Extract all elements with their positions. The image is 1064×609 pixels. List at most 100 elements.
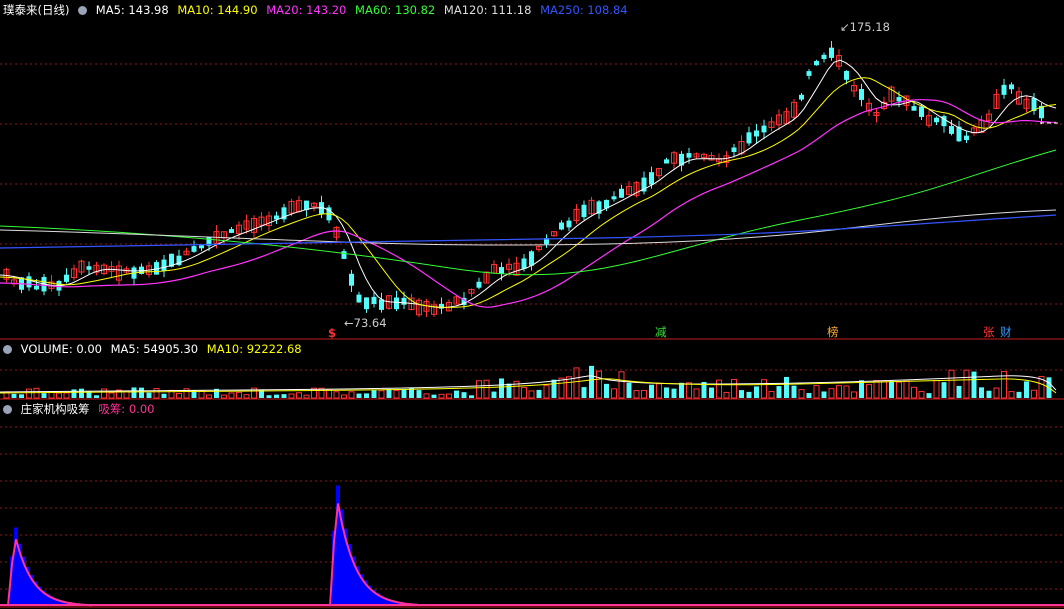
volume-bar bbox=[754, 386, 759, 398]
volume-bar bbox=[326, 389, 332, 399]
volume-bar bbox=[26, 388, 32, 399]
volume-bar bbox=[889, 381, 894, 398]
volume-bar bbox=[626, 382, 632, 398]
candle-down bbox=[394, 297, 399, 310]
volume-bar bbox=[386, 389, 392, 398]
volume-bar bbox=[469, 395, 474, 398]
candle-down bbox=[761, 125, 767, 133]
volume-bar bbox=[416, 390, 422, 398]
volume-bar bbox=[873, 379, 880, 399]
volume-bar bbox=[851, 391, 857, 399]
candle-down bbox=[199, 245, 204, 249]
volume-bar bbox=[11, 393, 17, 398]
volume-ma5-line bbox=[0, 375, 1057, 393]
volume-bar bbox=[281, 394, 287, 398]
volume-bar bbox=[806, 392, 812, 398]
volume-bar bbox=[971, 371, 977, 398]
volume-bar bbox=[461, 392, 467, 398]
volume-bar bbox=[1024, 381, 1029, 398]
volume-bar bbox=[986, 390, 992, 398]
volume-bar bbox=[558, 377, 565, 399]
candle-down bbox=[829, 47, 834, 58]
volume-bar bbox=[791, 385, 797, 398]
volume-bar bbox=[506, 383, 512, 398]
volume-ma5: MA5: 54905.30 bbox=[110, 342, 199, 356]
volume-bar bbox=[581, 387, 587, 398]
volume-settings-icon[interactable] bbox=[3, 345, 12, 354]
candle-down bbox=[1001, 84, 1007, 95]
volume-bar bbox=[589, 365, 594, 398]
volume-bar bbox=[491, 391, 497, 398]
volume-bar bbox=[94, 395, 99, 398]
low-price-label: ←73.64 bbox=[344, 316, 387, 330]
volume-bar bbox=[633, 390, 640, 399]
volume-bar bbox=[423, 393, 430, 399]
volume-bar bbox=[798, 389, 805, 399]
volume-bar bbox=[671, 388, 677, 398]
volume-bar bbox=[161, 393, 167, 398]
signal-marker[interactable]: $ bbox=[328, 326, 336, 340]
ma10-label: MA10: 144.90 bbox=[177, 3, 258, 17]
volume-bar bbox=[821, 391, 827, 398]
volume-bar bbox=[274, 394, 279, 398]
volume-bar bbox=[198, 390, 205, 399]
signal-marker[interactable]: 张 bbox=[983, 325, 995, 339]
volume-bar bbox=[356, 393, 362, 398]
volume-bar bbox=[431, 394, 437, 398]
volume-bar bbox=[746, 391, 752, 398]
candle-down bbox=[521, 258, 527, 269]
indicator-settings-icon[interactable] bbox=[3, 405, 12, 414]
volume-bar bbox=[656, 383, 662, 399]
signal-marker[interactable]: 减 bbox=[655, 325, 667, 339]
candle-down bbox=[356, 294, 362, 303]
candle-down bbox=[401, 297, 407, 305]
signal-marker[interactable]: 财 bbox=[1000, 325, 1012, 339]
volume-bar bbox=[476, 380, 482, 399]
volume-bar bbox=[221, 394, 227, 399]
candle-down bbox=[26, 276, 32, 288]
volume-bar bbox=[303, 394, 310, 399]
ma250-line bbox=[0, 214, 1057, 249]
volume-bar bbox=[101, 388, 107, 399]
volume-bar bbox=[446, 393, 452, 399]
volume-bar bbox=[611, 388, 617, 399]
candle-down bbox=[371, 296, 377, 305]
volume-bar bbox=[716, 379, 722, 399]
volume-bar bbox=[776, 386, 782, 398]
volume-bar bbox=[941, 382, 947, 398]
volume-bar bbox=[739, 390, 744, 398]
ma60-label: MA60: 130.82 bbox=[355, 3, 436, 17]
volume-bar bbox=[828, 388, 835, 399]
volume-ma10: MA10: 92222.68 bbox=[206, 342, 302, 356]
volume-bar bbox=[393, 390, 400, 399]
candle-down bbox=[499, 267, 504, 274]
volume-bar bbox=[693, 388, 700, 399]
volume-bar bbox=[521, 387, 527, 399]
ma60-line bbox=[0, 149, 1057, 276]
stock-title[interactable]: 璞泰来(日线) bbox=[3, 3, 69, 17]
candle-down bbox=[611, 196, 617, 200]
volume-bar bbox=[948, 369, 955, 399]
volume-bar bbox=[153, 388, 160, 399]
candle-down bbox=[859, 89, 864, 100]
volume-bar bbox=[784, 376, 789, 398]
signal-marker[interactable]: 榜 bbox=[827, 325, 839, 339]
candle-down bbox=[746, 132, 752, 144]
candle-down bbox=[559, 222, 564, 230]
candle-down bbox=[34, 285, 39, 290]
candle-down bbox=[814, 60, 819, 66]
volume-bar bbox=[813, 385, 820, 399]
volume-bar bbox=[131, 387, 137, 398]
candle-down bbox=[844, 71, 849, 80]
volume-bar bbox=[664, 387, 669, 398]
chart-canvas[interactable] bbox=[0, 0, 1064, 609]
volume-bar bbox=[731, 378, 737, 399]
candle-down bbox=[806, 71, 812, 76]
candle-down bbox=[529, 251, 534, 266]
volume-bar bbox=[56, 392, 62, 399]
volume-bar bbox=[288, 393, 295, 399]
volume-bar bbox=[926, 393, 932, 398]
volume-bar bbox=[528, 390, 535, 399]
volume-bar bbox=[761, 379, 767, 399]
settings-icon[interactable] bbox=[78, 6, 88, 15]
